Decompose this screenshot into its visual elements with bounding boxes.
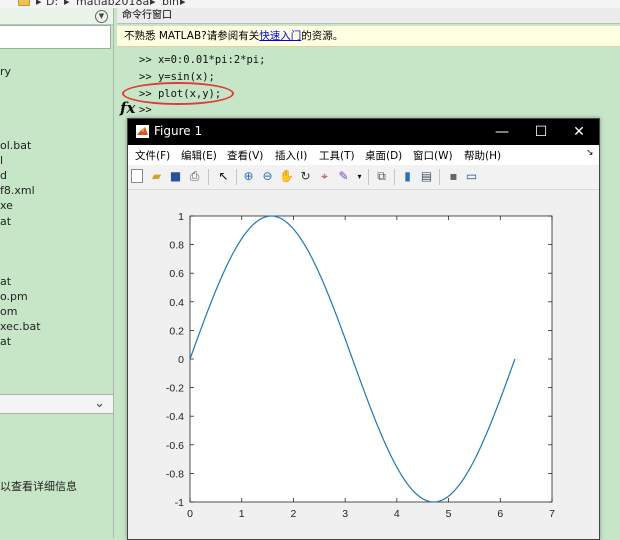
- y-tick-label: 0: [178, 354, 184, 366]
- menu-help[interactable]: 帮助(H): [464, 148, 501, 163]
- minimize-button[interactable]: —: [483, 119, 521, 145]
- file-item[interactable]: f8.xml: [0, 184, 35, 197]
- breadcrumb-folder[interactable]: matlab2018a: [76, 0, 149, 8]
- toolbar-separator: [439, 169, 440, 185]
- panel-menu-icon[interactable]: ▼: [95, 10, 108, 23]
- toolbar-separator: [208, 169, 209, 185]
- maximize-button[interactable]: ☐: [522, 119, 560, 145]
- matlab-logo-icon: [136, 125, 149, 138]
- menu-view[interactable]: 查看(V): [227, 148, 263, 163]
- y-tick-label: 0.2: [169, 325, 184, 337]
- chevron-down-icon[interactable]: ⌄: [94, 396, 105, 411]
- highlight-ellipse: [122, 82, 234, 105]
- tip-text-suffix: 的资源。: [301, 30, 344, 42]
- open-file-icon[interactable]: ▰: [149, 169, 164, 184]
- zoom-in-icon[interactable]: ⊕: [241, 169, 256, 184]
- save-icon[interactable]: ■: [168, 169, 183, 184]
- close-button[interactable]: ✕: [560, 119, 598, 145]
- getting-started-link[interactable]: 快速入门: [259, 30, 301, 42]
- axes-box: [189, 215, 553, 503]
- brush-icon[interactable]: ✎: [336, 169, 351, 184]
- details-panel-header[interactable]: ⌄: [0, 394, 113, 414]
- legend-icon[interactable]: ▤: [419, 169, 434, 184]
- y-tick-label: 0.6: [169, 268, 184, 280]
- toolbar-separator: [368, 169, 369, 185]
- x-tick-label: 0: [187, 508, 193, 520]
- x-tick-label: 3: [342, 508, 348, 520]
- toolbar-separator: [236, 169, 237, 185]
- new-figure-icon[interactable]: [131, 169, 143, 183]
- rotate-icon[interactable]: ↻: [298, 169, 313, 184]
- plot-canvas: 0 1 2 3 4 5 6 7 1 0.8 0.6 0.4 0.2 0 -0.2 -0.4 -0.6 -0.8 -1: [128, 190, 599, 539]
- breadcrumb-sep: ▸: [150, 0, 156, 8]
- data-cursor-icon[interactable]: ⌖: [317, 169, 332, 184]
- details-hint: 以查看详细信息: [0, 480, 77, 493]
- breadcrumb-sep: ▸: [180, 0, 186, 8]
- menu-edit[interactable]: 编辑(E): [181, 148, 217, 163]
- y-tick-label: -0.4: [166, 411, 184, 423]
- command-window-title: 命令行窗口: [117, 8, 620, 24]
- breadcrumb-folder[interactable]: bin: [162, 0, 179, 8]
- menu-insert[interactable]: 插入(I): [275, 148, 307, 163]
- file-item[interactable]: at: [0, 335, 11, 348]
- breadcrumb-drive[interactable]: D:: [46, 0, 58, 8]
- file-item[interactable]: l: [0, 154, 3, 167]
- menu-overflow-icon[interactable]: ↘: [586, 148, 594, 158]
- y-tick-label: -0.6: [166, 440, 184, 452]
- getting-started-tip: 不熟悉 MATLAB?请参阅有关快速入门的资源。: [117, 26, 620, 47]
- file-item[interactable]: om: [0, 305, 17, 318]
- menu-file[interactable]: 文件(F): [135, 148, 170, 163]
- file-item[interactable]: xec.bat: [0, 320, 41, 333]
- y-tick-label: 1: [178, 211, 184, 223]
- figure-toolbar: ▰ ■ ⎙ ↖ ⊕ ⊖ ✋ ↻ ⌖ ✎ ▾ ⧉ ▮ ▤ ▪ ▭: [128, 165, 599, 190]
- sine-plot[interactable]: 0 1 2 3 4 5 6 7 1 0.8 0.6 0.4 0.2 0 -0.2 -0.4 -0.6 -0.8 -1: [128, 190, 599, 539]
- file-item[interactable]: o.pm: [0, 290, 28, 303]
- menu-window[interactable]: 窗口(W): [413, 148, 453, 163]
- tip-text: 不熟悉 MATLAB?请参阅有关: [124, 30, 260, 42]
- file-item[interactable]: at: [0, 215, 11, 228]
- pointer-icon[interactable]: ↖: [216, 169, 231, 184]
- pan-icon[interactable]: ✋: [279, 169, 294, 184]
- file-item[interactable]: at: [0, 275, 11, 288]
- file-item[interactable]: ol.bat: [0, 139, 31, 152]
- file-item[interactable]: xe: [0, 199, 13, 212]
- x-tick-label: 2: [291, 508, 297, 520]
- panel-header: ▼: [0, 8, 113, 25]
- breadcrumb-sep: ▸: [36, 0, 42, 8]
- file-item[interactable]: d: [0, 169, 7, 182]
- x-tick-label: 6: [497, 508, 503, 520]
- address-bar: ▸ D: ▸ matlab2018a ▸ bin ▸: [0, 0, 620, 8]
- x-tick-label: 1: [239, 508, 245, 520]
- command-prompt[interactable]: >>: [139, 104, 152, 116]
- figure-title: Figure 1: [154, 124, 203, 138]
- x-tick-label: 7: [549, 508, 555, 520]
- y-tick-label: 0.8: [169, 240, 184, 252]
- print-icon[interactable]: ⎙: [187, 169, 202, 184]
- menu-desktop[interactable]: 桌面(D): [365, 148, 402, 163]
- y-tick-label: 0.4: [169, 297, 184, 309]
- zoom-out-icon[interactable]: ⊖: [260, 169, 275, 184]
- figure-menu-bar: 文件(F) 编辑(E) 查看(V) 插入(I) 工具(T) 桌面(D) 窗口(W…: [128, 145, 599, 165]
- function-browser-icon[interactable]: fx: [120, 99, 135, 117]
- figure-window: Figure 1 — ☐ ✕ 文件(F) 编辑(E) 查看(V) 插入(I) 工…: [127, 118, 600, 540]
- breadcrumb-sep: ▸: [64, 0, 70, 8]
- show-tools-icon[interactable]: ▭: [464, 169, 479, 184]
- toolbar-separator: [394, 169, 395, 185]
- current-folder-panel: ▼ ry ol.bat l d f8.xml xe at at o.pm om …: [0, 8, 114, 538]
- y-tick-label: -0.2: [166, 383, 184, 395]
- colorbar-icon[interactable]: ▮: [400, 169, 415, 184]
- figure-title-bar[interactable]: Figure 1 — ☐ ✕: [128, 119, 599, 145]
- y-tick-label: -1: [175, 497, 184, 509]
- chevron-down-icon[interactable]: ▾: [352, 169, 367, 184]
- y-tick-label: -0.8: [166, 468, 184, 480]
- folder-search-input[interactable]: [0, 25, 111, 49]
- command-line: >> x=0:0.01*pi:2*pi;: [139, 54, 266, 66]
- hide-tools-icon[interactable]: ▪: [446, 169, 461, 184]
- x-tick-label: 4: [394, 508, 400, 520]
- folder-icon: [18, 0, 30, 6]
- file-item[interactable]: ry: [0, 65, 11, 78]
- menu-tools[interactable]: 工具(T): [319, 148, 355, 163]
- x-tick-label: 5: [446, 508, 452, 520]
- link-icon[interactable]: ⧉: [374, 169, 389, 184]
